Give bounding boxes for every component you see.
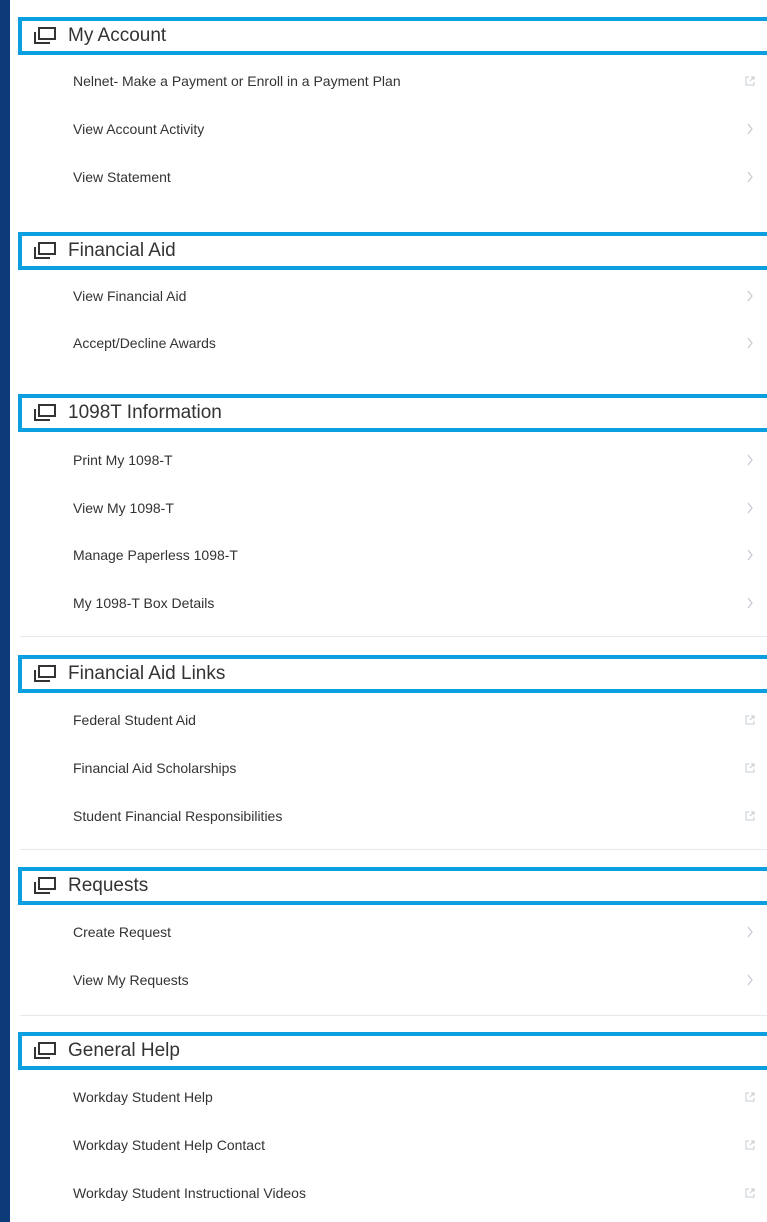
chevron-right-icon xyxy=(743,170,757,184)
item-label: View Statement xyxy=(73,169,171,185)
list-item-view-account-activity[interactable]: View Account Activity xyxy=(10,105,767,153)
section-title: Financial Aid Links xyxy=(68,663,226,684)
section-title: Requests xyxy=(68,875,149,896)
chevron-right-icon xyxy=(743,122,757,136)
list-item-nelnet[interactable]: Nelnet- Make a Payment or Enroll in a Pa… xyxy=(10,57,767,105)
external-link-icon xyxy=(743,1186,757,1200)
item-label: My 1098-T Box Details xyxy=(73,595,215,611)
item-label: View Financial Aid xyxy=(73,288,187,304)
external-link-icon xyxy=(743,761,757,775)
list-item-financial-aid-scholarships[interactable]: Financial Aid Scholarships xyxy=(10,744,767,792)
window-icon xyxy=(32,664,58,684)
item-label: Nelnet- Make a Payment or Enroll in a Pa… xyxy=(73,73,401,89)
section-header[interactable]: General Help xyxy=(18,1032,767,1070)
item-label: Workday Student Help Contact xyxy=(73,1137,265,1153)
external-link-icon xyxy=(743,1090,757,1104)
item-label: Print My 1098-T xyxy=(73,452,173,468)
list-item-view-my-requests[interactable]: View My Requests xyxy=(10,956,767,1004)
list-item-manage-paperless-1098t[interactable]: Manage Paperless 1098-T xyxy=(10,531,767,579)
chevron-right-icon xyxy=(743,336,757,350)
list-item-workday-student-help-contact[interactable]: Workday Student Help Contact xyxy=(10,1121,767,1169)
external-link-icon xyxy=(743,809,757,823)
item-label: Federal Student Aid xyxy=(73,712,196,728)
worklet-panel: My Account Nelnet- Make a Payment or Enr… xyxy=(10,0,767,1222)
external-link-icon xyxy=(743,1138,757,1152)
item-label: Student Financial Responsibilities xyxy=(73,808,283,824)
external-link-icon xyxy=(743,713,757,727)
item-label: Manage Paperless 1098-T xyxy=(73,547,238,563)
list-item-1098t-box-details[interactable]: My 1098-T Box Details xyxy=(10,579,767,627)
list-item-view-my-1098t[interactable]: View My 1098-T xyxy=(10,484,767,532)
chevron-right-icon xyxy=(743,501,757,515)
item-label: Workday Student Instructional Videos xyxy=(73,1185,306,1201)
section-header[interactable]: Financial Aid xyxy=(18,232,767,270)
section-header[interactable]: 1098T Information xyxy=(18,394,767,432)
external-link-icon xyxy=(743,74,757,88)
list-item-view-statement[interactable]: View Statement xyxy=(10,153,767,201)
section-divider xyxy=(20,636,767,637)
section-header[interactable]: My Account xyxy=(18,17,767,55)
list-item-print-my-1098t[interactable]: Print My 1098-T xyxy=(10,436,767,484)
window-icon xyxy=(32,403,58,423)
item-label: Workday Student Help xyxy=(73,1089,213,1105)
window-icon xyxy=(32,1041,58,1061)
item-label: Financial Aid Scholarships xyxy=(73,760,237,776)
chevron-right-icon xyxy=(743,925,757,939)
section-title: Financial Aid xyxy=(68,240,176,261)
item-label: View My Requests xyxy=(73,972,189,988)
chevron-right-icon xyxy=(743,453,757,467)
window-icon xyxy=(32,876,58,896)
section-header[interactable]: Financial Aid Links xyxy=(18,655,767,693)
item-label: View My 1098-T xyxy=(73,500,174,516)
list-item-federal-student-aid[interactable]: Federal Student Aid xyxy=(10,696,767,744)
section-divider xyxy=(20,1015,767,1016)
chevron-right-icon xyxy=(743,548,757,562)
section-header[interactable]: Requests xyxy=(18,867,767,905)
item-label: Accept/Decline Awards xyxy=(73,335,216,351)
list-item-student-financial-responsibilities[interactable]: Student Financial Responsibilities xyxy=(10,792,767,840)
list-item-workday-student-help[interactable]: Workday Student Help xyxy=(10,1073,767,1121)
section-title: 1098T Information xyxy=(68,402,222,423)
list-item-create-request[interactable]: Create Request xyxy=(10,908,767,956)
section-divider xyxy=(20,849,767,850)
window-icon xyxy=(32,26,58,46)
section-title: My Account xyxy=(68,25,167,46)
left-frame-border xyxy=(0,0,10,1222)
chevron-right-icon xyxy=(743,596,757,610)
chevron-right-icon xyxy=(743,289,757,303)
chevron-right-icon xyxy=(743,973,757,987)
item-label: Create Request xyxy=(73,924,172,940)
list-item-accept-decline-awards[interactable]: Accept/Decline Awards xyxy=(10,319,767,367)
list-item-workday-student-instructional-videos[interactable]: Workday Student Instructional Videos xyxy=(10,1169,767,1217)
list-item-view-financial-aid[interactable]: View Financial Aid xyxy=(10,272,767,320)
window-icon xyxy=(32,241,58,261)
section-title: General Help xyxy=(68,1040,180,1061)
item-label: View Account Activity xyxy=(73,121,205,137)
